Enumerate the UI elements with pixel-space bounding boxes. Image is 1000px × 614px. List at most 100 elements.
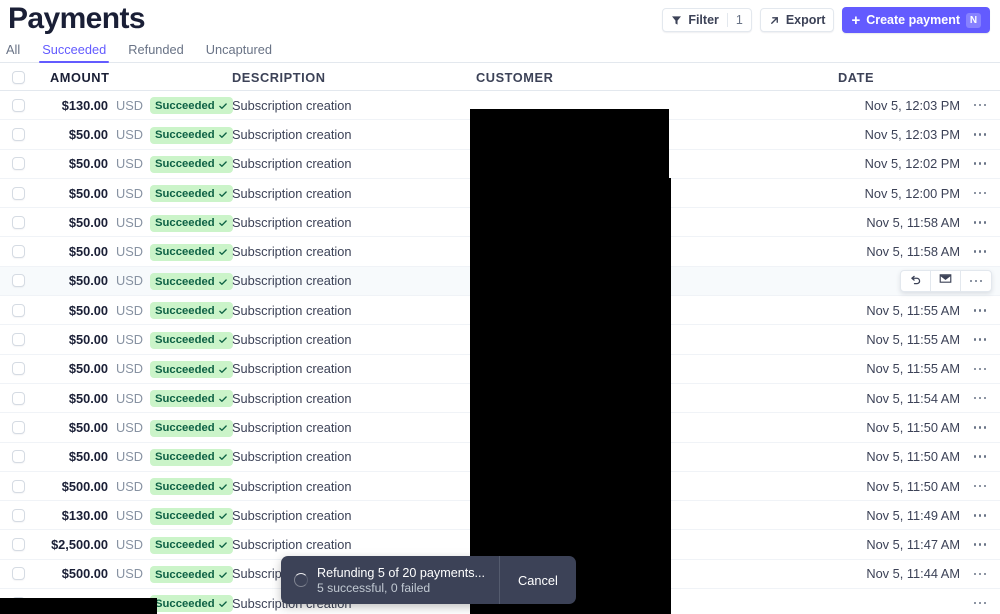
status-badge-label: Succeeded [155, 129, 215, 141]
row-checkbox-cell[interactable] [0, 509, 36, 522]
cell-description: Subscription creation [232, 98, 476, 113]
row-checkbox[interactable] [12, 99, 25, 112]
tab-refunded[interactable]: Refunded [117, 42, 195, 62]
status-badge-label: Succeeded [155, 246, 215, 258]
column-header-description[interactable]: DESCRIPTION [232, 70, 476, 85]
row-more-button[interactable] [960, 338, 1000, 341]
row-checkbox[interactable] [12, 362, 25, 375]
redaction-overlay-customer [470, 178, 671, 614]
row-checkbox[interactable] [12, 157, 25, 170]
cell-amount: $50.00 [36, 186, 108, 201]
filter-label: Filter [688, 13, 719, 27]
row-checkbox[interactable] [12, 216, 25, 229]
status-badge: Succeeded [150, 156, 233, 173]
select-all-checkbox[interactable] [12, 71, 25, 84]
row-checkbox-cell[interactable] [0, 216, 36, 229]
cell-status: Succeeded [150, 360, 232, 379]
row-more-button[interactable] [960, 543, 1000, 546]
row-checkbox-cell[interactable] [0, 392, 36, 405]
cell-currency: USD [108, 508, 150, 523]
check-icon [218, 365, 228, 375]
row-more-button[interactable] [960, 104, 1000, 107]
status-badge: Succeeded [150, 273, 233, 290]
row-more-button[interactable] [960, 397, 1000, 400]
ellipsis-icon [974, 485, 987, 488]
row-more-button[interactable] [960, 426, 1000, 429]
row-checkbox[interactable] [12, 567, 25, 580]
export-button[interactable]: Export [760, 8, 835, 32]
row-checkbox[interactable] [12, 128, 25, 141]
row-more-button[interactable] [960, 309, 1000, 312]
row-more-button[interactable] [960, 485, 1000, 488]
row-more-button[interactable] [960, 192, 1000, 195]
row-more-button[interactable] [960, 573, 1000, 576]
cell-amount: $50.00 [36, 127, 108, 142]
row-more-hover-button[interactable] [961, 271, 991, 291]
status-badge-label: Succeeded [155, 305, 215, 317]
row-more-button[interactable] [960, 162, 1000, 165]
row-checkbox[interactable] [12, 421, 25, 434]
row-email-button[interactable] [931, 271, 961, 291]
cell-currency: USD [108, 215, 150, 230]
cell-date: Nov 5, 11:50 AM [838, 420, 960, 435]
row-checkbox-cell[interactable] [0, 274, 36, 287]
row-checkbox[interactable] [12, 480, 25, 493]
row-more-button[interactable] [960, 368, 1000, 371]
row-checkbox[interactable] [12, 304, 25, 317]
cell-currency: USD [108, 391, 150, 406]
row-checkbox[interactable] [12, 245, 25, 258]
row-checkbox[interactable] [12, 333, 25, 346]
row-more-button[interactable] [960, 133, 1000, 136]
cell-date: Nov 5, 11:55 AM [838, 303, 960, 318]
cell-date: Nov 5, 11:50 AM [838, 449, 960, 464]
row-more-button[interactable] [960, 602, 1000, 605]
tab-succeeded[interactable]: Succeeded [31, 42, 117, 62]
row-checkbox[interactable] [12, 187, 25, 200]
tab-all[interactable]: All [0, 42, 31, 62]
cell-status: Succeeded [150, 154, 232, 173]
row-checkbox-cell[interactable] [0, 99, 36, 112]
column-header-customer[interactable]: CUSTOMER [476, 70, 838, 85]
row-checkbox-cell[interactable] [0, 567, 36, 580]
cell-amount: $50.00 [36, 420, 108, 435]
tab-uncaptured[interactable]: Uncaptured [195, 42, 283, 62]
status-badge-label: Succeeded [155, 451, 215, 463]
toast-title: Refunding 5 of 20 payments... [317, 566, 485, 580]
toast-cancel-button[interactable]: Cancel [500, 556, 576, 604]
row-more-button[interactable] [960, 455, 1000, 458]
row-checkbox-cell[interactable] [0, 187, 36, 200]
row-more-button[interactable] [960, 250, 1000, 253]
status-badge: Succeeded [150, 244, 233, 261]
row-checkbox[interactable] [12, 509, 25, 522]
filter-button[interactable]: Filter 1 [662, 8, 752, 32]
row-checkbox-cell[interactable] [0, 538, 36, 551]
create-payment-button[interactable]: + Create payment N [842, 7, 990, 33]
cell-currency: USD [108, 127, 150, 142]
row-checkbox-cell[interactable] [0, 245, 36, 258]
status-badge: Succeeded [150, 566, 233, 583]
row-checkbox[interactable] [12, 274, 25, 287]
envelope-icon [939, 272, 952, 290]
row-checkbox-cell[interactable] [0, 333, 36, 346]
row-checkbox-cell[interactable] [0, 304, 36, 317]
column-header-amount[interactable]: AMOUNT [36, 70, 108, 85]
row-checkbox-cell[interactable] [0, 128, 36, 141]
cell-status: Succeeded [150, 389, 232, 408]
select-all-checkbox-cell[interactable] [0, 71, 36, 84]
row-refund-button[interactable] [901, 271, 931, 291]
cell-date: Nov 5, 11:58 AM [838, 215, 960, 230]
row-checkbox[interactable] [12, 392, 25, 405]
row-checkbox-cell[interactable] [0, 421, 36, 434]
toast-text: Refunding 5 of 20 payments... 5 successf… [317, 566, 485, 595]
row-more-button[interactable] [960, 221, 1000, 224]
row-more-button[interactable] [960, 514, 1000, 517]
row-checkbox-cell[interactable] [0, 362, 36, 375]
cell-amount: $130.00 [36, 508, 108, 523]
column-header-date[interactable]: DATE [838, 70, 960, 85]
row-checkbox[interactable] [12, 450, 25, 463]
row-checkbox-cell[interactable] [0, 450, 36, 463]
row-checkbox[interactable] [12, 538, 25, 551]
row-checkbox-cell[interactable] [0, 480, 36, 493]
row-checkbox-cell[interactable] [0, 157, 36, 170]
cell-amount: $500.00 [36, 566, 108, 581]
